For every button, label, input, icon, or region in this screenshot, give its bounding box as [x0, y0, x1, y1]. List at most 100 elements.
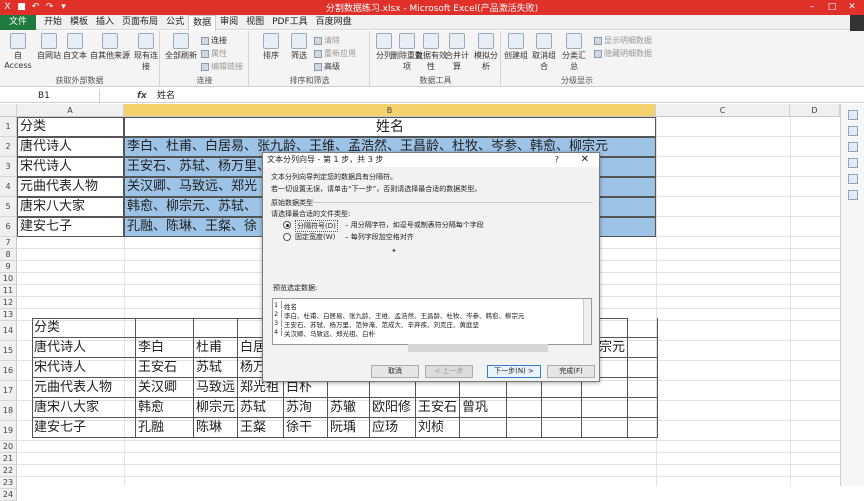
delimited-label[interactable]: 分隔符号(D)	[295, 220, 338, 232]
row-header[interactable]: 12	[0, 297, 17, 309]
table2-name-cell[interactable]: 苏辙	[328, 398, 370, 418]
panel-shape-icon[interactable]	[847, 142, 858, 152]
panel-tools-icon[interactable]	[847, 190, 858, 200]
table2-name-cell[interactable]: 王安石	[416, 398, 460, 418]
table2-category-cell[interactable]: 元曲代表人物	[32, 378, 136, 398]
panel-selection-icon[interactable]	[847, 110, 858, 120]
row-header[interactable]: 23	[0, 477, 17, 489]
row-header[interactable]: 18	[0, 401, 17, 421]
row-header[interactable]: 20	[0, 441, 17, 453]
group-button[interactable]: 创建组	[504, 33, 528, 61]
preview-horizontal-scrollbar[interactable]	[408, 344, 548, 352]
cancel-button[interactable]: 取消	[371, 365, 419, 378]
filter-button[interactable]: 筛选	[286, 33, 312, 61]
row-header[interactable]: 15	[0, 341, 17, 361]
table2-empty-cell[interactable]	[136, 318, 194, 338]
advanced-filter-button[interactable]: 高级	[314, 61, 340, 72]
edit-links-button[interactable]: 编辑链接	[201, 61, 243, 72]
row-header[interactable]: 4	[0, 177, 17, 197]
data-preview-box[interactable]: 1 姓名 2 李白、杜甫、白居易、张九龄、王维、孟浩然、王昌龄、杜牧、岑参、韩愈、柳宗…	[272, 298, 592, 345]
table2-name-cell[interactable]	[628, 378, 658, 398]
panel-style-icon[interactable]	[847, 126, 858, 136]
from-access-button[interactable]: 自 Access	[2, 33, 34, 70]
row-header[interactable]: 13	[0, 309, 17, 321]
table2-name-cell[interactable]	[628, 418, 658, 438]
table2-name-cell[interactable]	[542, 418, 582, 438]
subtotal-button[interactable]: 分类汇总	[559, 33, 589, 72]
table2-name-cell[interactable]: 李白	[136, 338, 194, 358]
tab-file[interactable]: 文件	[0, 15, 36, 30]
table2-name-cell[interactable]	[542, 398, 582, 418]
panel-backup-icon[interactable]	[847, 174, 858, 184]
from-web-button[interactable]: 自网站	[36, 33, 62, 61]
clear-filter-button[interactable]: 清除	[314, 35, 340, 46]
consolidate-button[interactable]: 合并计算	[443, 33, 471, 72]
table2-name-cell[interactable]: 关汉卿	[136, 378, 194, 398]
row-header[interactable]: 1	[0, 117, 17, 137]
row-header[interactable]: 11	[0, 285, 17, 297]
cell-category[interactable]: 元曲代表人物	[17, 177, 124, 197]
cell-a1[interactable]: 分类	[17, 117, 124, 137]
table2-name-cell[interactable]: 刘桢	[416, 418, 460, 438]
row-header[interactable]: 21	[0, 453, 17, 465]
fx-icon[interactable]: fx	[137, 89, 147, 103]
tab-home[interactable]: 开始	[40, 15, 66, 31]
cell-b1[interactable]: 姓名	[124, 117, 656, 137]
table2-name-cell[interactable]: 曾巩	[460, 398, 507, 418]
table2-name-cell[interactable]	[628, 338, 658, 358]
table2-name-cell[interactable]	[460, 418, 507, 438]
select-all-corner[interactable]	[0, 104, 17, 117]
connections-button[interactable]: 连接	[201, 35, 227, 46]
sort-button[interactable]: 排序	[258, 33, 284, 61]
table2-category-cell[interactable]: 唐宋八大家	[32, 398, 136, 418]
row-header[interactable]: 24	[0, 489, 17, 501]
row-header[interactable]: 16	[0, 361, 17, 381]
column-header-b[interactable]: B	[124, 104, 656, 117]
dialog-close-icon[interactable]: ✕	[581, 153, 589, 167]
back-button[interactable]: < 上一步	[425, 365, 473, 378]
tab-view[interactable]: 视图	[242, 15, 268, 31]
table2-name-cell[interactable]	[582, 418, 628, 438]
show-detail-button[interactable]: 显示明细数据	[594, 35, 652, 46]
table2-name-cell[interactable]	[507, 398, 542, 418]
table2-empty-cell[interactable]	[194, 318, 238, 338]
from-text-button[interactable]: 自文本	[62, 33, 88, 61]
help-icon[interactable]: ?	[555, 153, 559, 167]
row-header[interactable]: 14	[0, 321, 17, 341]
cell-category[interactable]: 唐代诗人	[17, 137, 124, 157]
cell-category[interactable]: 建安七子	[17, 217, 124, 237]
table2-name-cell[interactable]: 应玚	[370, 418, 416, 438]
formula-input[interactable]: 姓名	[157, 89, 175, 103]
properties-button[interactable]: 属性	[201, 48, 227, 59]
table2-name-cell[interactable]: 王粲	[238, 418, 284, 438]
column-header-d[interactable]: D	[790, 104, 840, 117]
hide-detail-button[interactable]: 隐藏明细数据	[594, 48, 652, 59]
table2-name-cell[interactable]: 柳宗元	[194, 398, 238, 418]
row-header[interactable]: 17	[0, 381, 17, 401]
tab-data[interactable]: 数据	[188, 15, 217, 31]
table2-name-cell[interactable]: 马致远	[194, 378, 238, 398]
row-header[interactable]: 22	[0, 465, 17, 477]
table2-name-cell[interactable]	[582, 398, 628, 418]
tab-template[interactable]: 模板	[66, 15, 92, 31]
maximize-button[interactable]: □	[822, 0, 842, 15]
table2-name-cell[interactable]: 孔融	[136, 418, 194, 438]
refresh-all-button[interactable]: 全部刷新	[165, 33, 197, 61]
table2-empty-cell[interactable]	[628, 318, 658, 338]
table2-name-cell[interactable]: 陈琳	[194, 418, 238, 438]
row-header[interactable]: 7	[0, 237, 17, 249]
table2-name-cell[interactable]: 王安石	[136, 358, 194, 378]
row-header[interactable]: 3	[0, 157, 17, 177]
table2-name-cell[interactable]: 苏洵	[284, 398, 328, 418]
row-header[interactable]: 9	[0, 261, 17, 273]
what-if-analysis-button[interactable]: 模拟分析	[471, 33, 501, 72]
preview-vertical-scrollbar[interactable]	[583, 299, 591, 344]
fixed-width-label[interactable]: 固定宽度(W)	[295, 232, 335, 242]
row-header[interactable]: 19	[0, 421, 17, 441]
finish-button[interactable]: 完成(F)	[547, 365, 595, 378]
table2-name-cell[interactable]	[628, 358, 658, 378]
table2-category-cell[interactable]: 建安七子	[32, 418, 136, 438]
name-box[interactable]: B1	[0, 89, 100, 103]
from-other-sources-button[interactable]: 自其他来源	[88, 33, 132, 61]
tab-page-layout[interactable]: 页面布局	[118, 15, 162, 31]
